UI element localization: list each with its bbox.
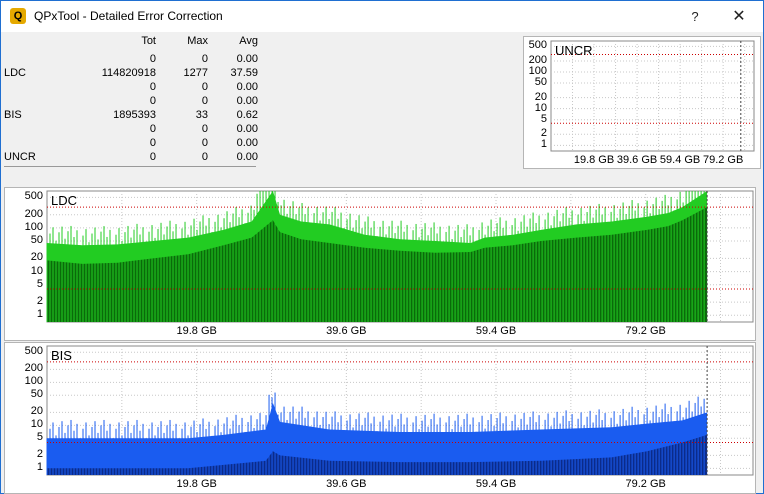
stats-tot: 0 (149, 53, 156, 65)
stats-row: LDC 114820918 1277 37.59 (4, 67, 259, 81)
y-tick-label: 5 (540, 112, 547, 125)
y-tick-label: 100 (24, 375, 43, 388)
stats-avg: 0.00 (236, 81, 258, 93)
stats-row: UNCR 0 0 0.00 (4, 151, 259, 165)
chart-title: UNCR (555, 43, 593, 58)
bis-chart-svg (46, 345, 754, 476)
x-tick-label: 59.4 GB (475, 478, 517, 490)
stats-max: 0 (201, 137, 208, 149)
bis-chart-panel: BIS 500 200 100 50 20 10 5 2 1 19.8 GB 39.6 GB 59.4 … (4, 342, 756, 494)
x-tick-label: 19.8 GB (176, 325, 217, 337)
qpxtool-window: Q QPxTool - Detailed Error Correction ? … (0, 0, 764, 494)
y-tick-label: 50 (534, 76, 547, 89)
stats-table: Tot Max Avg 0 0 0.00 LDC 114820918 1277 37.59 0… (4, 35, 259, 167)
stats-avg: 0.00 (236, 53, 258, 65)
stats-label: LDC (4, 67, 27, 79)
stats-tot: 0 (149, 95, 156, 107)
stats-avg: 0.00 (236, 95, 258, 107)
stats-max: 0 (201, 95, 208, 107)
x-tick-label: 39.6 GB (326, 478, 367, 490)
stats-max: 33 (195, 109, 208, 121)
y-tick-label: 500 (528, 39, 547, 52)
x-tick-label: 59.4 GB (475, 325, 517, 337)
close-button[interactable]: ✕ (719, 6, 759, 28)
y-tick-label: 10 (30, 418, 43, 431)
stats-avg: 0.00 (236, 123, 258, 135)
stats-row: BIS 1895393 33 0.62 (4, 109, 259, 123)
help-button[interactable]: ? (677, 6, 713, 28)
y-tick-label: 50 (30, 234, 43, 247)
y-tick-label: 5 (36, 431, 43, 444)
header-avg: Avg (239, 35, 258, 47)
y-tick-label: 500 (24, 190, 43, 203)
stats-max: 0 (201, 151, 208, 163)
header-tot: Tot (141, 35, 156, 47)
y-tick-label: 1 (36, 461, 43, 474)
stats-tot: 0 (149, 151, 156, 163)
uncr-chart-panel: UNCR 500 200 100 50 20 10 5 2 1 19.8 GB 39.6 GB 59.4… (523, 36, 761, 169)
stats-label: UNCR (4, 151, 36, 163)
y-tick-label: 200 (24, 207, 43, 220)
y-tick-label: 2 (36, 295, 43, 308)
stats-avg: 0.00 (236, 151, 258, 163)
stats-tot: 1895393 (113, 109, 156, 121)
ldc-chart-svg (46, 190, 754, 323)
stats-avg: 37.59 (230, 67, 258, 79)
stats-label: BIS (4, 109, 22, 121)
y-tick-label: 20 (30, 251, 43, 264)
chart-title: LDC (51, 193, 78, 208)
y-tick-label: 10 (534, 101, 547, 114)
x-tick-label: 39.6 GB (326, 325, 367, 337)
x-tick-label: 79.2 GB (625, 325, 666, 337)
stats-tot: 0 (149, 81, 156, 93)
stats-max: 1277 (183, 67, 208, 79)
y-tick-label: 2 (36, 448, 43, 461)
stats-max: 0 (201, 123, 208, 135)
y-tick-label: 20 (30, 405, 43, 418)
x-tick-label: 19.8 GB (176, 478, 217, 490)
window-title: QPxTool - Detailed Error Correction (34, 9, 223, 23)
x-tick-label: 79.2 GB (702, 154, 744, 166)
stats-divider (4, 166, 256, 167)
stats-row: 0 0 0.00 (4, 53, 259, 67)
stats-row: 0 0 0.00 (4, 95, 259, 109)
y-tick-label: 10 (30, 264, 43, 277)
y-tick-label: 1 (36, 308, 43, 321)
app-icon: Q (10, 8, 26, 24)
y-tick-label: 200 (24, 362, 43, 375)
stats-max: 0 (201, 53, 208, 65)
y-tick-label: 100 (24, 220, 43, 233)
stats-row: 0 0 0.00 (4, 123, 259, 137)
stats-tot: 0 (149, 137, 156, 149)
stats-row: 0 0 0.00 (4, 81, 259, 95)
ldc-chart-panel: LDC 500 200 100 50 20 10 5 2 1 19.8 GB 39.6 GB 59.4 … (4, 187, 756, 341)
stats-row: 0 0 0.00 (4, 137, 259, 151)
header-max: Max (187, 35, 208, 47)
chart-title: BIS (51, 348, 72, 363)
x-tick-label: 79.2 GB (625, 478, 666, 490)
stats-tot: 114820918 (101, 67, 156, 79)
y-tick-label: 50 (30, 388, 43, 401)
y-tick-label: 20 (534, 90, 547, 103)
stats-tot: 0 (149, 123, 156, 135)
title-bar: Q QPxTool - Detailed Error Correction ? … (1, 1, 763, 32)
stats-avg: 0.62 (236, 109, 258, 121)
y-tick-label: 500 (24, 345, 43, 358)
stats-max: 0 (201, 81, 208, 93)
y-tick-label: 1 (540, 138, 547, 151)
stats-avg: 0.00 (236, 137, 258, 149)
y-tick-label: 5 (36, 277, 43, 290)
